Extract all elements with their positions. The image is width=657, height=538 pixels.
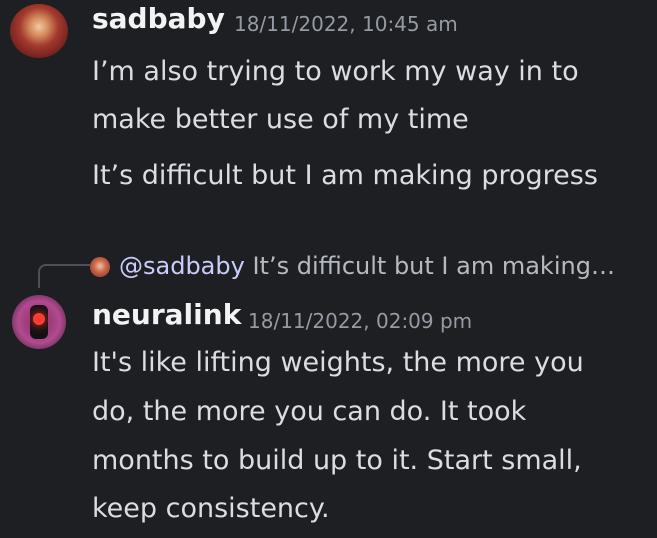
reply-snippet: It’s difficult but I am making… bbox=[252, 252, 615, 280]
message-line: It’s difficult but I am making progress bbox=[92, 160, 598, 191]
message-line: do, the more you can do. It took bbox=[92, 396, 527, 427]
message-line: It's like lifting weights, the more you bbox=[92, 347, 584, 378]
avatar[interactable] bbox=[10, 4, 68, 58]
reply-preview[interactable]: @sadbaby It’s difficult but I am making… bbox=[119, 249, 615, 283]
message-line: make better use of my time bbox=[92, 104, 469, 135]
avatar-red-light bbox=[33, 313, 45, 325]
message-line: months to build up to it. Start small, bbox=[92, 445, 582, 476]
timestamp: 18/11/2022, 02:09 pm bbox=[248, 309, 473, 333]
reply-mention[interactable]: @sadbaby bbox=[119, 252, 245, 280]
avatar[interactable] bbox=[12, 295, 66, 349]
message-line: I’m also trying to work my way in to bbox=[92, 56, 579, 87]
reply-connector bbox=[38, 264, 90, 288]
username[interactable]: sadbaby bbox=[92, 2, 225, 35]
username[interactable]: neuralink bbox=[92, 298, 241, 331]
reply-avatar[interactable] bbox=[90, 257, 110, 277]
message-line: keep consistency. bbox=[92, 493, 330, 524]
timestamp: 18/11/2022, 10:45 am bbox=[234, 12, 458, 36]
